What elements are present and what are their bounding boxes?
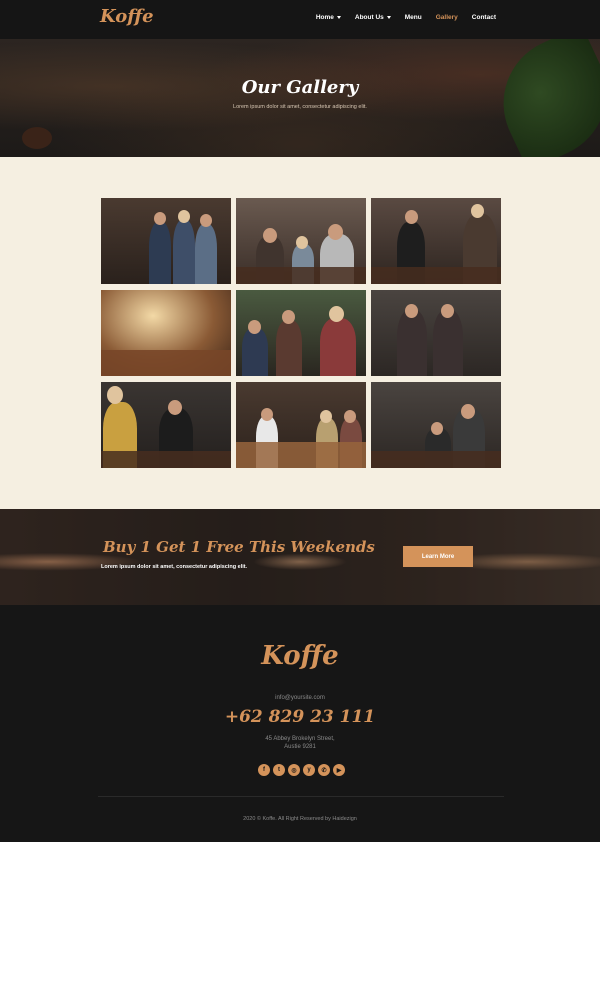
promo-overlay bbox=[0, 509, 600, 605]
gallery-photo[interactable] bbox=[371, 382, 501, 468]
copyright-text: 2020 © Koffe. All Right Reserved by Haid… bbox=[243, 816, 357, 822]
footer-address: 45 Abbey Brokelyn Street, Austie 9281 bbox=[0, 735, 600, 751]
nav-item-label: Gallery bbox=[435, 14, 458, 21]
nav-item-gallery[interactable]: Gallery bbox=[436, 14, 458, 21]
yelp-icon[interactable]: y bbox=[303, 764, 315, 776]
gallery-photo[interactable] bbox=[101, 290, 231, 376]
page-title: Our Gallery bbox=[241, 77, 359, 98]
gallery-photo[interactable] bbox=[236, 290, 366, 376]
coffee-bean-decoration bbox=[22, 127, 52, 149]
nav-item-label: Contact bbox=[471, 14, 496, 21]
footer-logo[interactable]: Koffe bbox=[0, 641, 600, 671]
address-line: 45 Abbey Brokelyn Street, bbox=[265, 736, 335, 742]
gallery-photo[interactable] bbox=[236, 198, 366, 284]
leaf-decoration bbox=[481, 39, 600, 157]
whatsapp-icon[interactable]: ✆ bbox=[318, 764, 330, 776]
nav-item-about-us[interactable]: About Us bbox=[355, 14, 391, 21]
social-links: f t ◎ y ✆ ▶ bbox=[258, 764, 345, 776]
gallery-photo[interactable] bbox=[236, 382, 366, 468]
instagram-icon[interactable]: ◎ bbox=[288, 764, 300, 776]
footer-phone[interactable]: +62 829 23 111 bbox=[0, 707, 600, 727]
gallery-photo[interactable] bbox=[371, 198, 501, 284]
chevron-down-icon bbox=[336, 16, 341, 19]
page-subtitle: Lorem ipsum dolor sit amet, consectetur … bbox=[233, 104, 367, 110]
promo-subtitle: Lorem ipsum dolor sit amet, consectetur … bbox=[101, 564, 248, 570]
nav-item-home[interactable]: Home bbox=[316, 14, 341, 21]
site-logo[interactable]: Koffe bbox=[100, 6, 154, 27]
nav-item-menu[interactable]: Menu bbox=[405, 14, 422, 21]
main-nav: Home About Us Menu Gallery Contact bbox=[302, 14, 496, 21]
nav-item-label: About Us bbox=[354, 14, 384, 21]
footer-divider bbox=[98, 796, 504, 797]
site-header: Koffe Home About Us Menu Gallery Contact bbox=[0, 0, 600, 39]
gallery-photo[interactable] bbox=[101, 382, 231, 468]
gallery-photo[interactable] bbox=[371, 290, 501, 376]
promo-banner: Buy 1 Get 1 Free This Weekends Lorem ips… bbox=[0, 509, 600, 605]
facebook-icon[interactable]: f bbox=[258, 764, 270, 776]
twitter-icon[interactable]: t bbox=[273, 764, 285, 776]
site-footer: Koffe info@yoursite.com +62 829 23 111 4… bbox=[0, 605, 600, 842]
promo-title: Buy 1 Get 1 Free This Weekends bbox=[103, 538, 375, 556]
learn-more-button[interactable]: Learn More bbox=[403, 546, 473, 567]
gallery-grid bbox=[101, 198, 501, 468]
address-line: Austie 9281 bbox=[284, 744, 316, 750]
nav-item-label: Menu bbox=[404, 14, 422, 21]
footer-email[interactable]: info@yoursite.com bbox=[0, 695, 600, 701]
gallery-hero-banner: Our Gallery Lorem ipsum dolor sit amet, … bbox=[0, 39, 600, 157]
gallery-photo[interactable] bbox=[101, 198, 231, 284]
gallery-section bbox=[0, 157, 600, 509]
chevron-down-icon bbox=[386, 16, 391, 19]
youtube-icon[interactable]: ▶ bbox=[333, 764, 345, 776]
nav-item-label: Home bbox=[315, 14, 334, 21]
nav-item-contact[interactable]: Contact bbox=[472, 14, 496, 21]
